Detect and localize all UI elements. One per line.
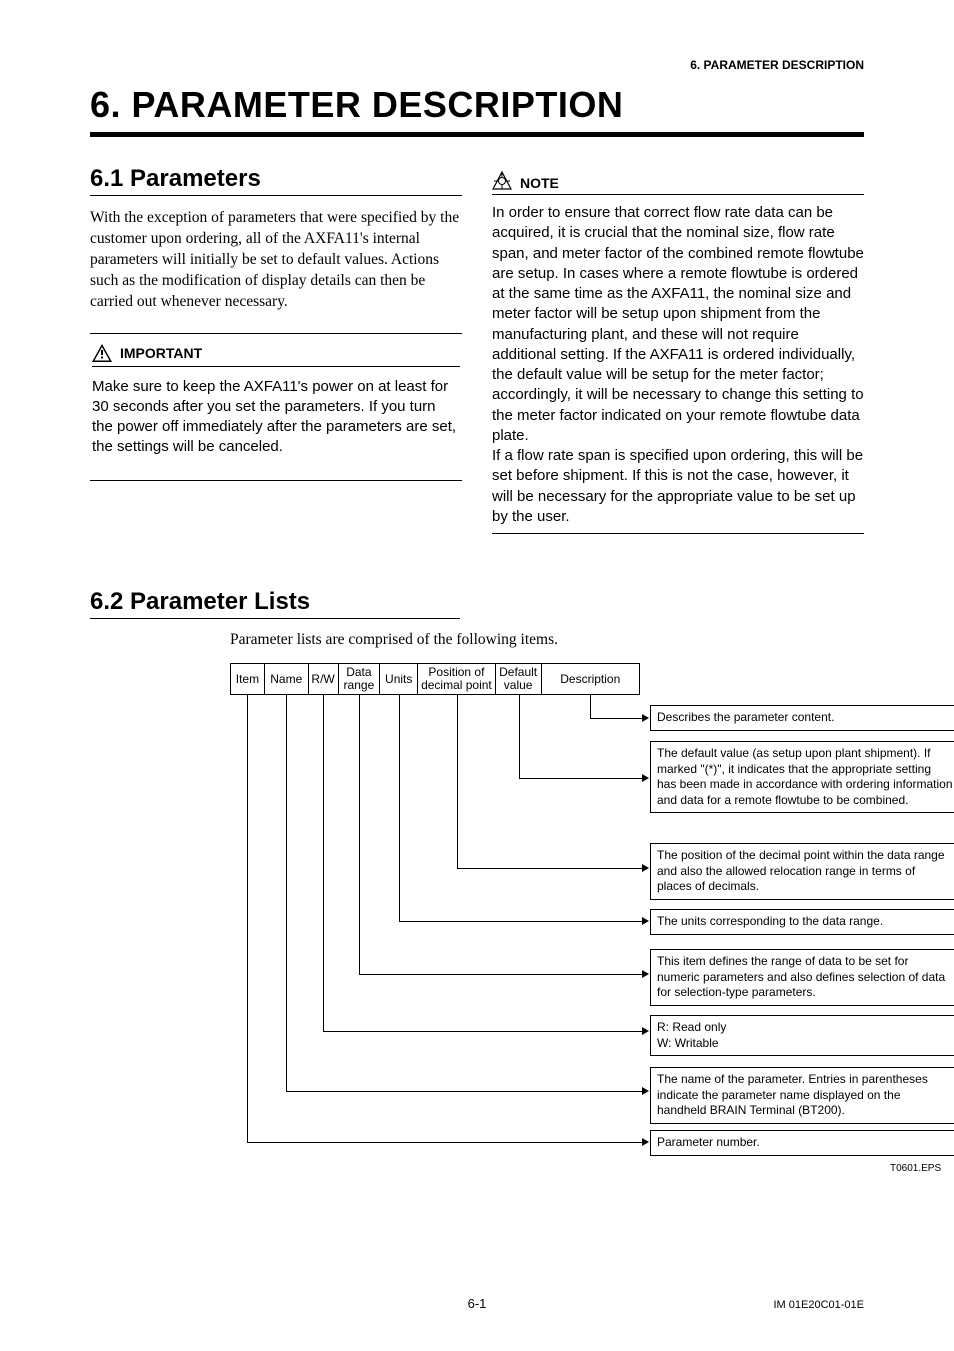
warning-icon — [92, 344, 112, 362]
desc-box-units: The units corresponding to the data rang… — [650, 909, 954, 935]
section-6-2-lead: Parameter lists are comprised of the fol… — [230, 631, 864, 649]
section-6-1-heading: 6.1 Parameters — [90, 165, 462, 196]
parameter-list-diagram: Item Name R/W Data range Units Position … — [230, 663, 864, 1223]
col-item: Item — [231, 664, 265, 694]
col-default: Default value — [496, 664, 542, 694]
desc-box-decimal: The position of the decimal point within… — [650, 843, 954, 900]
important-callout: IMPORTANT Make sure to keep the AXFA11's… — [90, 333, 462, 481]
col-pdp: Position of decimal point — [418, 664, 496, 694]
desc-box-item: Parameter number. — [650, 1130, 954, 1156]
section-6-1-intro: With the exception of parameters that we… — [90, 208, 462, 313]
section-6-2-heading: 6.2 Parameter Lists — [90, 588, 460, 619]
desc-box-default: The default value (as setup upon plant s… — [650, 741, 954, 813]
note-body: In order to ensure that correct flow rat… — [492, 203, 864, 534]
important-body: Make sure to keep the AXFA11's power on … — [92, 377, 460, 458]
chapter-title: 6. PARAMETER DESCRIPTION — [90, 84, 864, 137]
param-table-header: Item Name R/W Data range Units Position … — [230, 663, 640, 695]
important-label: IMPORTANT — [120, 345, 202, 361]
note-icon — [492, 171, 512, 191]
col-rw: R/W — [309, 664, 339, 694]
col-name: Name — [265, 664, 309, 694]
document-number: IM 01E20C01-01E — [774, 1299, 865, 1311]
col-data: Data range — [339, 664, 381, 694]
desc-box-name: The name of the parameter. Entries in pa… — [650, 1067, 954, 1124]
desc-box-description: Describes the parameter content. — [650, 705, 954, 731]
desc-box-rw: R: Read only W: Writable — [650, 1015, 954, 1056]
page-number: 6-1 — [468, 1296, 487, 1311]
col-description: Description — [542, 664, 640, 694]
desc-box-datarange: This item defines the range of data to b… — [650, 949, 954, 1006]
note-label: NOTE — [520, 175, 559, 191]
running-header: 6. PARAMETER DESCRIPTION — [90, 58, 864, 72]
col-units: Units — [380, 664, 418, 694]
